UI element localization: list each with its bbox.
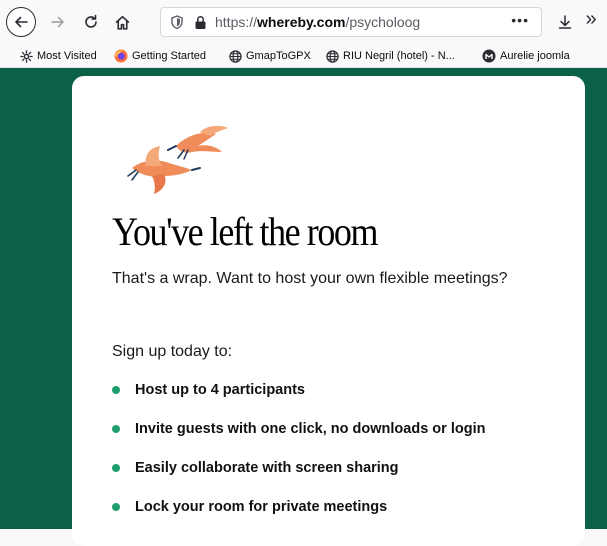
feature-text: Lock your room for private meetings — [135, 499, 388, 515]
page-actions-button[interactable]: ••• — [511, 12, 529, 28]
url-host: whereby.com — [257, 14, 346, 30]
arrow-left-icon — [15, 16, 28, 28]
toolbar-overflow-button[interactable]: » — [580, 8, 602, 30]
feature-text: Host up to 4 participants — [135, 382, 305, 398]
globe-icon — [326, 49, 339, 63]
page-background: You've left the room That's a wrap. Want… — [0, 68, 607, 546]
lock-icon[interactable] — [194, 15, 207, 30]
url-path: /psycholoog — [345, 14, 421, 30]
intro-text: That's a wrap. Want to host your own fle… — [112, 270, 508, 287]
joomla-icon — [482, 49, 496, 63]
home-icon — [115, 15, 129, 30]
browser-toolbar: https://whereby.com/psycholoog ••• » — [0, 0, 607, 44]
firefox-icon — [114, 49, 128, 63]
shield-icon[interactable] — [170, 15, 184, 30]
back-button[interactable] — [6, 7, 36, 37]
globe-icon — [229, 49, 242, 63]
download-icon — [558, 15, 572, 29]
bookmark-aurelie-joomla[interactable]: Aurelie joomla — [482, 48, 570, 64]
signup-prompt: Sign up today to: — [112, 343, 233, 360]
bullet-icon — [112, 503, 120, 511]
reload-button[interactable] — [80, 11, 102, 33]
left-room-card: You've left the room That's a wrap. Want… — [72, 76, 585, 546]
bullet-icon — [112, 464, 120, 472]
gear-icon — [20, 49, 33, 63]
forward-button[interactable] — [47, 11, 69, 33]
page-title: You've left the room — [112, 209, 378, 254]
url-prefix: https:// — [215, 14, 258, 30]
url-bar[interactable]: https://whereby.com/psycholoog ••• — [160, 7, 542, 37]
list-item: Invite guests with one click, no downloa… — [112, 420, 485, 459]
bullet-icon — [112, 386, 120, 394]
bookmark-most-visited[interactable]: Most Visited — [20, 48, 97, 64]
bookmark-label: Aurelie joomla — [500, 50, 570, 62]
downloads-button[interactable] — [554, 11, 576, 33]
home-button[interactable] — [111, 11, 133, 33]
list-item: Lock your room for private meetings — [112, 498, 485, 537]
bookmark-label: Getting Started — [132, 50, 206, 62]
feature-list: Host up to 4 participants Invite guests … — [112, 381, 485, 537]
bookmarks-bar: Most Visited Getting Started GmapToGPX R… — [0, 44, 607, 68]
reload-icon — [85, 14, 97, 28]
url-text[interactable]: https://whereby.com/psycholoog — [215, 14, 420, 30]
bookmark-gmaptogpx[interactable]: GmapToGPX — [229, 48, 311, 64]
arrow-right-icon — [51, 16, 64, 28]
bullet-icon — [112, 425, 120, 433]
birds-illustration — [127, 125, 228, 194]
bookmark-label: GmapToGPX — [246, 50, 311, 62]
bookmark-label: Most Visited — [37, 50, 97, 62]
feature-text: Invite guests with one click, no downloa… — [135, 421, 486, 437]
bookmark-getting-started[interactable]: Getting Started — [114, 48, 206, 64]
feature-text: Easily collaborate with screen sharing — [135, 460, 399, 476]
bookmark-riu-negril[interactable]: RIU Negril (hotel) - N... — [326, 48, 455, 64]
list-item: Host up to 4 participants — [112, 381, 485, 420]
list-item: Easily collaborate with screen sharing — [112, 459, 485, 498]
bookmark-label: RIU Negril (hotel) - N... — [343, 50, 455, 62]
